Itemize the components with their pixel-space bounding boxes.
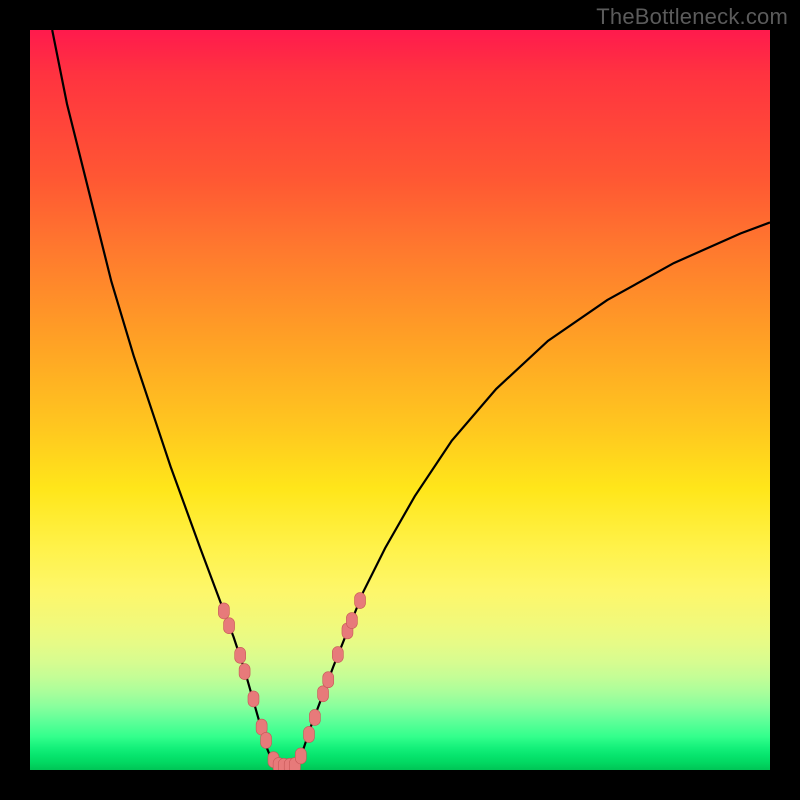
overlay-dot — [224, 618, 235, 634]
curves-svg — [30, 30, 770, 770]
overlay-dot — [235, 647, 246, 663]
curve-right-arm — [296, 222, 770, 766]
watermark-text: TheBottleneck.com — [596, 4, 788, 30]
overlay-dots — [218, 593, 365, 770]
overlay-dot — [346, 613, 357, 629]
plot-area — [30, 30, 770, 770]
overlay-dot — [248, 691, 259, 707]
overlay-dot — [261, 732, 272, 748]
overlay-dot — [303, 726, 314, 742]
overlay-dot — [295, 748, 306, 764]
overlay-dot — [309, 709, 320, 725]
overlay-dot — [332, 647, 343, 663]
overlay-dot — [239, 664, 250, 680]
overlay-dot — [355, 593, 366, 609]
overlay-dot — [218, 603, 229, 619]
chart-frame: TheBottleneck.com — [0, 0, 800, 800]
overlay-dot — [323, 672, 334, 688]
overlay-dot — [318, 686, 329, 702]
